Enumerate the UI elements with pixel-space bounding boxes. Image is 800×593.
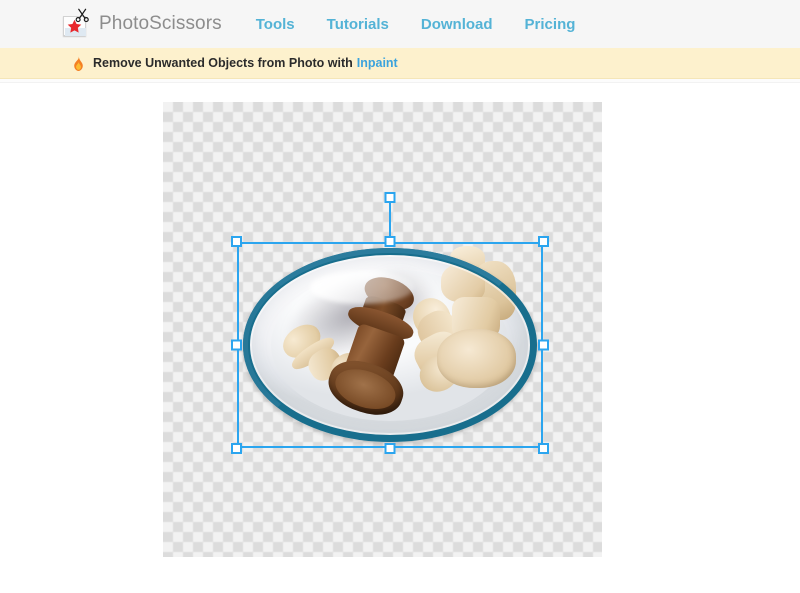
editor-canvas[interactable] [163, 102, 602, 557]
resize-handle-top-right[interactable] [538, 236, 549, 247]
main-nav: Tools Tutorials Download Pricing [256, 16, 576, 33]
rotate-handle[interactable] [384, 192, 396, 203]
resize-handle-middle-right[interactable] [538, 339, 549, 351]
photo-image [237, 242, 543, 448]
resize-handle-bottom-left[interactable] [231, 443, 242, 454]
site-header: PhotoScissors Tools Tutorials Download P… [0, 0, 800, 48]
resize-handle-bottom-center[interactable] [384, 443, 396, 454]
workspace [0, 83, 800, 592]
scissors-icon [75, 8, 89, 23]
resize-handle-top-center[interactable] [384, 236, 396, 247]
resize-handle-bottom-right[interactable] [538, 443, 549, 454]
photo-object[interactable] [231, 192, 549, 454]
photo-scissors-logo-icon [62, 8, 92, 39]
resize-handle-middle-left[interactable] [231, 339, 242, 351]
brand-name: PhotoScissors [99, 13, 222, 34]
flame-icon [74, 55, 83, 71]
nav-item-tutorials[interactable]: Tutorials [327, 16, 389, 33]
nav-item-download[interactable]: Download [421, 16, 493, 33]
promo-inpaint-link[interactable]: Inpaint [357, 56, 398, 70]
nav-item-tools[interactable]: Tools [256, 16, 295, 33]
nav-item-pricing[interactable]: Pricing [525, 16, 576, 33]
promo-text: Remove Unwanted Objects from Photo with [93, 56, 353, 70]
resize-handle-top-left[interactable] [231, 236, 242, 247]
plate-gloss [310, 270, 415, 304]
brand[interactable]: PhotoScissors [62, 8, 222, 39]
promo-banner: Remove Unwanted Objects from Photo with … [0, 48, 800, 79]
